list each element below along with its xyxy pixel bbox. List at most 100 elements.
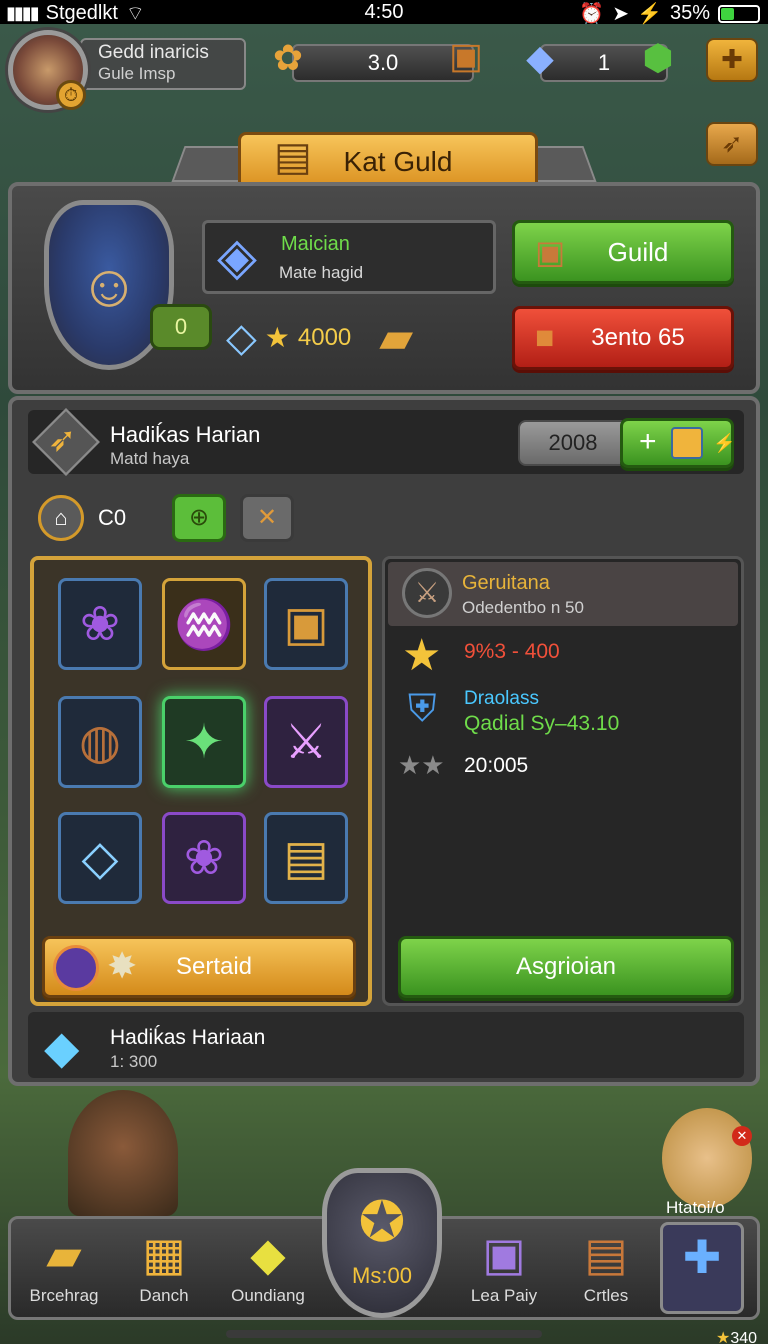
kite-crystal-icon: ◈ <box>217 228 257 286</box>
dragon-stat: Qadial Sy–43.10 <box>464 712 620 735</box>
inventory-slot[interactable]: ✦ <box>162 696 246 788</box>
filter-count: C0 <box>98 505 127 530</box>
sword-icon: ⚔ <box>402 568 452 618</box>
gold-row: ◇ ★ 4000 ▰ <box>226 312 413 363</box>
player-panel[interactable]: Gedd inaricis Gule Imsp <box>80 38 246 90</box>
player-name: Gedd inaricis <box>98 42 209 63</box>
treasure-chest-icon[interactable]: ▣ <box>444 34 488 78</box>
inventory-slot[interactable]: ⚔ <box>264 696 348 788</box>
star-stat: 20:005 <box>464 754 529 777</box>
inventory-slot[interactable]: ♒ <box>162 578 246 670</box>
puzzle-button[interactable]: ✚ <box>706 38 758 82</box>
offer-button[interactable]: ■ 3ento 65 <box>512 306 734 370</box>
nav-item[interactable]: ✚ <box>660 1222 744 1314</box>
scroll-icon: ▤ <box>274 135 312 179</box>
nav-label: Crtles <box>583 1286 629 1305</box>
diamond-emblem-icon: ◆ <box>44 1021 80 1073</box>
resource-value-crystal: 1 <box>597 50 611 75</box>
purple-bag-icon: ❀ <box>183 832 225 885</box>
offer-button-label: 3ento 65 <box>591 324 685 351</box>
hero-portrait-right[interactable] <box>662 1108 752 1208</box>
inventory-slot[interactable]: ▤ <box>264 812 348 904</box>
inventory-slot[interactable]: ❀ <box>162 812 246 904</box>
assign-button-label: Asgrioian <box>515 953 617 980</box>
mage-title: Maician <box>281 233 350 255</box>
nav-item[interactable]: ▤ Crtles <box>556 1222 656 1314</box>
compass-icon[interactable]: ⌂ <box>38 495 84 541</box>
gold-blocks-icon: ▦ <box>142 1228 186 1280</box>
close-button[interactable]: ✕ <box>240 494 294 542</box>
item-subtitle: Odedentbo n 50 <box>462 598 584 617</box>
crossbow-icon: ➶ <box>721 128 743 158</box>
nav-item[interactable]: ▰ Brcehrag <box>14 1222 114 1314</box>
blue-gift-icon: ✚ <box>682 1231 722 1283</box>
yellow-gems-icon: ◆ <box>250 1228 286 1280</box>
search-button[interactable]: ⊕ <box>172 494 226 542</box>
nav-label: Oundiang <box>231 1286 305 1305</box>
sunflower-icon: ✿ <box>272 37 304 78</box>
add-gem-icon[interactable]: ⬢ <box>636 36 680 80</box>
wood-chest-icon: ▤ <box>584 1228 628 1280</box>
search-icon: ⊕ <box>188 504 210 531</box>
mage-info-box[interactable]: ◈ Maician Mate hagid <box>202 220 496 294</box>
add-quest-button[interactable]: + ⚡ <box>620 418 736 468</box>
battery-fill <box>721 7 735 20</box>
nav-item[interactable]: ◆ Oundiang <box>218 1222 318 1314</box>
inventory-slot[interactable]: ◇ <box>58 812 142 904</box>
sort-button-label: Sertaid <box>175 953 253 980</box>
bow-icon: ➶ <box>48 421 77 459</box>
corner-stars: ★340 <box>716 1328 757 1344</box>
green-crystal-icon: ✦ <box>183 716 225 769</box>
filter-row: ⌂ C0 ⊕ ✕ <box>38 494 294 542</box>
clock-badge-icon: ⏱ <box>56 80 86 110</box>
guild-button-icon: ▣ <box>535 234 566 270</box>
assign-button[interactable]: Asgrioian <box>398 936 734 998</box>
compass-orb-icon <box>53 945 99 991</box>
hero-level-value: 0 <box>174 314 188 339</box>
pink-crystal-sword-icon: ⚔ <box>284 716 328 769</box>
home-indicator[interactable] <box>226 1330 542 1338</box>
resource-value-sun: 3.0 <box>367 50 399 75</box>
battery-percent: 35% <box>669 2 710 24</box>
crossbow-button[interactable]: ➶ <box>706 122 758 166</box>
quest-title: Hadiḱas Harian <box>110 422 261 447</box>
gold-bar-icon: ▰ <box>46 1228 82 1280</box>
hero-portrait-left <box>68 1090 178 1216</box>
close-icon: ✕ <box>256 504 278 531</box>
crystal-icon: ◆ <box>526 37 554 78</box>
dragon-shield-icon: ⛨ <box>408 688 437 730</box>
crest-icon: ✪ <box>358 1190 406 1253</box>
inventory-slot[interactable]: ◍ <box>58 696 142 788</box>
puzzle-icon: ✚ <box>721 44 743 74</box>
corner-stars-value: 340 <box>730 1330 758 1344</box>
arrow-icon: ⚡ <box>713 433 736 453</box>
gold-value: 4000 <box>297 323 352 351</box>
location-icon: ➤ <box>612 3 630 25</box>
nav-label: Lea Paiy <box>470 1286 538 1305</box>
battery-icon <box>718 4 760 23</box>
grey-stars-icon: ★★ <box>398 750 445 780</box>
inventory-slot[interactable]: ▣ <box>264 578 348 670</box>
nav-item[interactable]: ▦ Danch <box>114 1222 214 1314</box>
wood-log-icon: ◍ <box>79 716 121 769</box>
close-badge-icon[interactable]: ✕ <box>732 1126 752 1146</box>
mage-subtitle: Mate hagid <box>279 263 364 282</box>
nav-crest[interactable]: ✪ Ms:00 <box>322 1168 442 1318</box>
nav-item[interactable]: ▣ Lea Paiy <box>454 1222 554 1314</box>
player-subtitle: Gule Imsp <box>98 64 176 83</box>
nav-label: Danch <box>139 1286 189 1305</box>
gold-token-icon <box>671 427 703 459</box>
quest-counter: 2008 <box>518 420 628 466</box>
status-bar: ▮▮▮▮ Stgedlkt ⌔ 4:50 ⏰ ➤ ⚡ 35% <box>0 0 768 25</box>
star-icon: ★ <box>264 322 290 353</box>
bolt-icon: ⚡ <box>637 3 662 25</box>
purple-box-icon: ▣ <box>482 1228 526 1280</box>
guild-button[interactable]: ▣ Guild <box>512 220 734 284</box>
dragon-title: Draolass <box>464 688 539 709</box>
quest2-title: Hadiḱas Hariaan <box>110 1026 266 1049</box>
nav-label: Brcehrag <box>29 1286 99 1305</box>
quest-subtitle: Matd haya <box>110 449 190 468</box>
inventory-slot[interactable]: ❀ <box>58 578 142 670</box>
guild-button-label: Guild <box>607 237 669 267</box>
sort-button[interactable]: ✸ Sertaid <box>42 936 356 998</box>
